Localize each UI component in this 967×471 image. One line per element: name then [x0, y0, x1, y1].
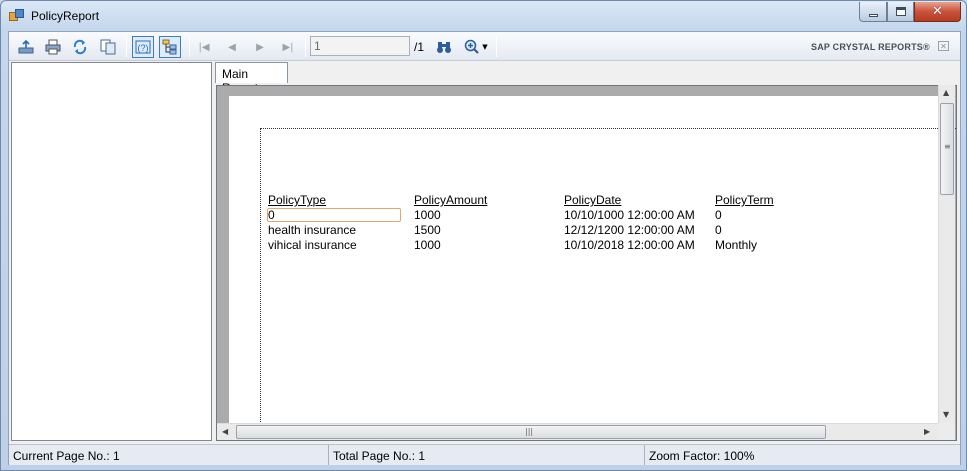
help-button[interactable]: (?)	[132, 36, 154, 58]
previous-page-icon: ◀	[228, 41, 236, 53]
table-cell[interactable]: 0	[715, 208, 855, 222]
refresh-icon	[73, 39, 87, 55]
toolbar-separator	[496, 37, 497, 57]
help-icon: (?)	[135, 40, 151, 54]
maximize-button[interactable]	[887, 2, 914, 22]
table-cell[interactable]: 0	[268, 208, 408, 222]
last-page-button[interactable]: ▶|	[277, 36, 299, 58]
zoom-button[interactable]: ▼	[461, 36, 491, 58]
toolbar-separator	[305, 37, 306, 57]
copy-button[interactable]	[97, 36, 119, 58]
copy-icon	[100, 39, 116, 55]
table-cell[interactable]: 1000	[414, 208, 554, 222]
column-header-policy-type: PolicyType	[268, 193, 327, 207]
table-cell[interactable]: 10/10/2018 12:00:00 AM	[564, 238, 698, 252]
group-tree-button[interactable]	[159, 36, 181, 58]
zoom-icon	[465, 39, 480, 54]
tab-main-report[interactable]: Main Report	[215, 62, 288, 95]
horizontal-scrollbar[interactable]: ◀ ||| ▶	[217, 423, 938, 440]
report-viewer[interactable]: PolicyType PolicyAmount PolicyDate Polic…	[216, 85, 957, 441]
title-bar[interactable]: PolicyReport ✕	[1, 1, 966, 31]
grip-icon: |||	[525, 427, 534, 436]
scroll-left-icon[interactable]: ◀	[222, 427, 228, 436]
next-page-button[interactable]: ▶	[249, 36, 271, 58]
window-title: PolicyReport	[31, 9, 100, 23]
table-cell[interactable]: 1500	[414, 223, 554, 237]
column-header-policy-amount: PolicyAmount	[414, 193, 488, 207]
table-cell[interactable]: Monthly	[715, 238, 855, 252]
next-page-icon: ▶	[256, 41, 264, 53]
maximize-icon	[895, 7, 906, 16]
last-page-icon: ▶|	[282, 41, 294, 53]
binoculars-icon	[437, 42, 451, 53]
status-bar: Current Page No.: 1 Total Page No.: 1 Zo…	[9, 444, 960, 465]
dropdown-arrow-icon: ▼	[482, 43, 488, 51]
report-page: PolicyType PolicyAmount PolicyDate Polic…	[229, 96, 956, 438]
column-header-policy-date: PolicyDate	[564, 193, 622, 207]
export-button[interactable]	[15, 36, 37, 58]
scrollbar-corner	[938, 423, 955, 440]
grip-icon: ≡	[944, 142, 951, 151]
table-cell[interactable]: 10/10/1000 12:00:00 AM	[564, 208, 698, 222]
column-header-policy-term: PolicyTerm	[715, 193, 774, 207]
first-page-button[interactable]: |◀	[193, 36, 215, 58]
export-icon	[18, 39, 34, 54]
report-section	[260, 128, 956, 438]
current-page-status: Current Page No.: 1	[9, 445, 329, 465]
close-icon: ✕	[932, 4, 943, 19]
refresh-button[interactable]	[69, 36, 91, 58]
scroll-up-icon[interactable]: ▲	[943, 88, 949, 97]
toolbar-separator	[189, 37, 190, 57]
brand-label: SAP CRYSTAL REPORTS®	[811, 42, 930, 52]
toolbar-separator	[126, 37, 127, 57]
scroll-down-icon[interactable]: ▼	[943, 410, 949, 419]
table-cell[interactable]: 0	[715, 223, 855, 237]
total-page-status: Total Page No.: 1	[329, 445, 645, 465]
first-page-icon: |◀	[198, 41, 210, 53]
horizontal-scroll-thumb[interactable]: |||	[236, 425, 826, 439]
zoom-factor-status: Zoom Factor: 100%	[649, 449, 755, 463]
print-button[interactable]	[42, 36, 64, 58]
viewer-close-button[interactable]: ✕	[938, 41, 949, 51]
find-button[interactable]	[433, 36, 455, 58]
close-button[interactable]: ✕	[914, 2, 961, 22]
table-cell[interactable]: 1000	[414, 238, 554, 252]
client-area: (?) |◀ ◀ ▶ ▶| 1 /1 ▼ SAP CRYSTAL REPORTS…	[8, 31, 961, 465]
page-number-input[interactable]: 1	[310, 36, 410, 56]
report-toolbar: (?) |◀ ◀ ▶ ▶| 1 /1 ▼ SAP CRYSTAL REPORTS…	[9, 32, 960, 61]
group-tree-panel[interactable]	[11, 62, 212, 441]
scroll-right-icon[interactable]: ▶	[924, 427, 930, 436]
vertical-scroll-thumb[interactable]: ≡	[940, 103, 954, 195]
minimize-button[interactable]	[859, 2, 887, 22]
vertical-scrollbar[interactable]: ▲ ≡ ▼	[938, 85, 955, 423]
table-cell[interactable]: 12/12/1200 12:00:00 AM	[564, 223, 698, 237]
group-tree-icon	[162, 39, 177, 55]
table-cell[interactable]: health insurance	[268, 223, 408, 237]
previous-page-button[interactable]: ◀	[221, 36, 243, 58]
app-window: PolicyReport ✕ (?) |◀ ◀ ▶ ▶| 1 /1 ▼ SAP …	[0, 0, 967, 471]
page-total-label: /1	[414, 40, 425, 54]
svg-text:(?): (?)	[138, 43, 149, 53]
minimize-icon	[868, 14, 878, 17]
app-icon[interactable]	[9, 8, 25, 24]
print-icon	[45, 39, 61, 55]
table-cell[interactable]: vihical insurance	[268, 238, 408, 252]
close-icon: ✕	[940, 41, 947, 51]
